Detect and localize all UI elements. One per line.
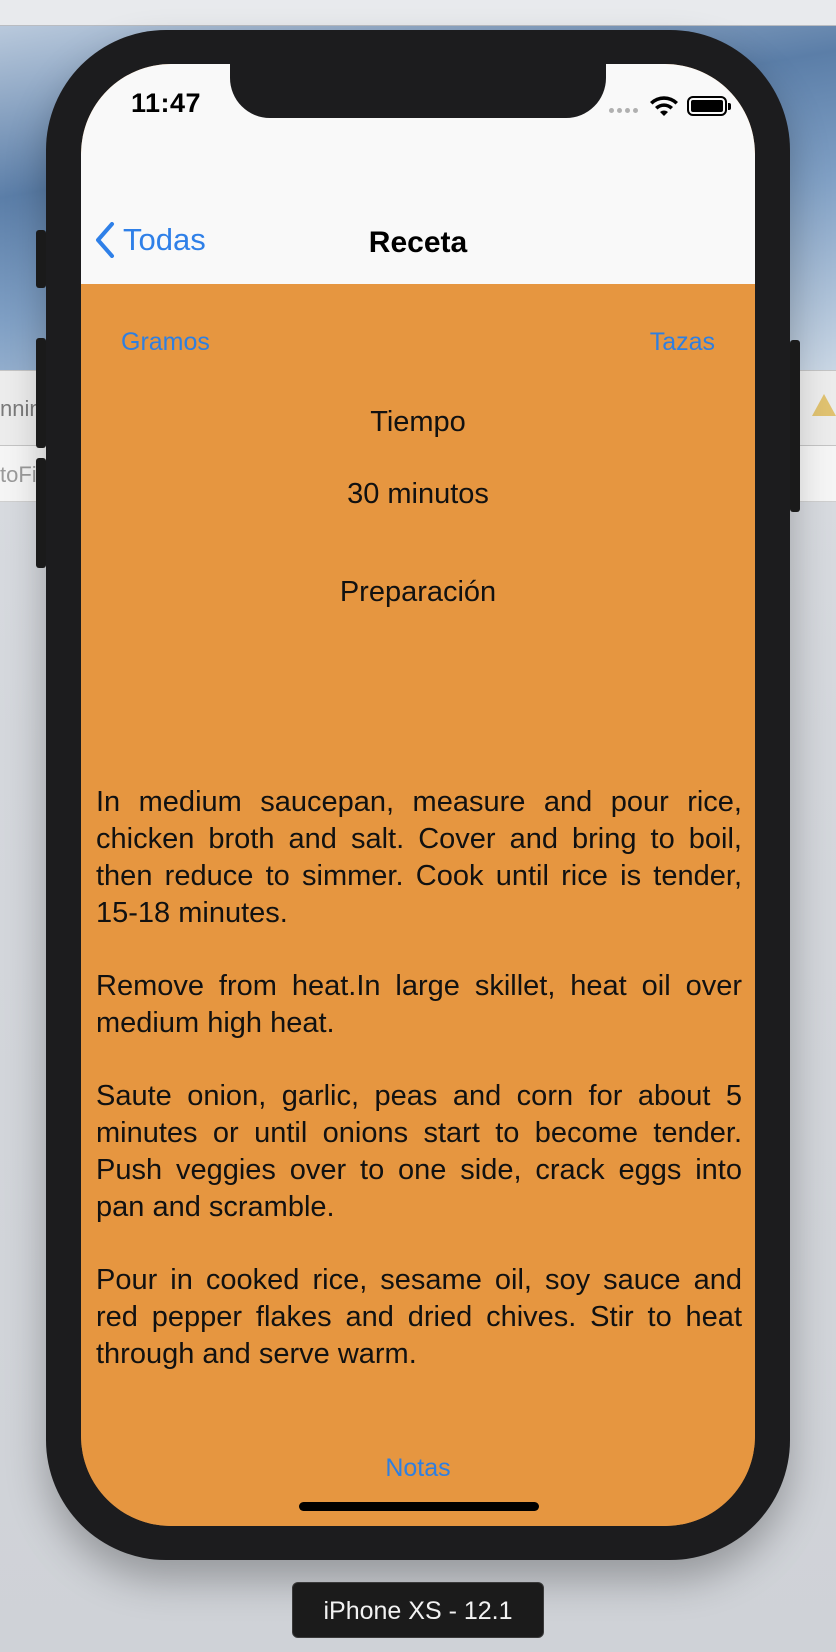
preparation-text: In medium saucepan, measure and pour ric…: [96, 784, 742, 1409]
battery-icon: [687, 96, 731, 116]
nav-title: Receta: [368, 226, 468, 259]
home-indicator[interactable]: [299, 1502, 539, 1511]
time-value: 30 minutos: [347, 478, 489, 510]
phone-screen: 11:47 Todas Receta Gramos Tazas Tiempo 3…: [81, 64, 755, 1526]
instruction-paragraph: Remove from heat.In large skillet, heat …: [96, 970, 742, 1039]
recipe-content: Gramos Tazas Tiempo 30 minutos Preparaci…: [81, 284, 755, 1526]
mute-switch: [36, 230, 46, 288]
warning-icon: [812, 394, 836, 416]
instruction-paragraph: Saute onion, garlic, peas and corn for a…: [96, 1080, 742, 1223]
notes-button[interactable]: Notas: [81, 1454, 755, 1483]
wifi-icon: [650, 96, 678, 116]
background-text: toFi: [0, 462, 37, 487]
grams-button[interactable]: Gramos: [121, 328, 210, 357]
mac-menu-strip: [0, 0, 836, 26]
instruction-paragraph: Pour in cooked rice, sesame oil, soy sau…: [96, 1264, 742, 1370]
notch: [230, 64, 606, 118]
volume-down-button: [36, 458, 46, 568]
cups-button[interactable]: Tazas: [650, 328, 715, 357]
preparation-heading: Preparación: [339, 576, 497, 608]
signal-icon: [609, 108, 638, 113]
power-button: [790, 340, 800, 512]
time-heading: Tiempo: [370, 406, 466, 438]
status-time: 11:47: [131, 88, 202, 118]
navigation-bar: Todas Receta: [81, 156, 755, 284]
volume-up-button: [36, 338, 46, 448]
instruction-paragraph: In medium saucepan, measure and pour ric…: [96, 786, 742, 929]
simulator-device-label: iPhone XS - 12.1: [292, 1582, 544, 1638]
